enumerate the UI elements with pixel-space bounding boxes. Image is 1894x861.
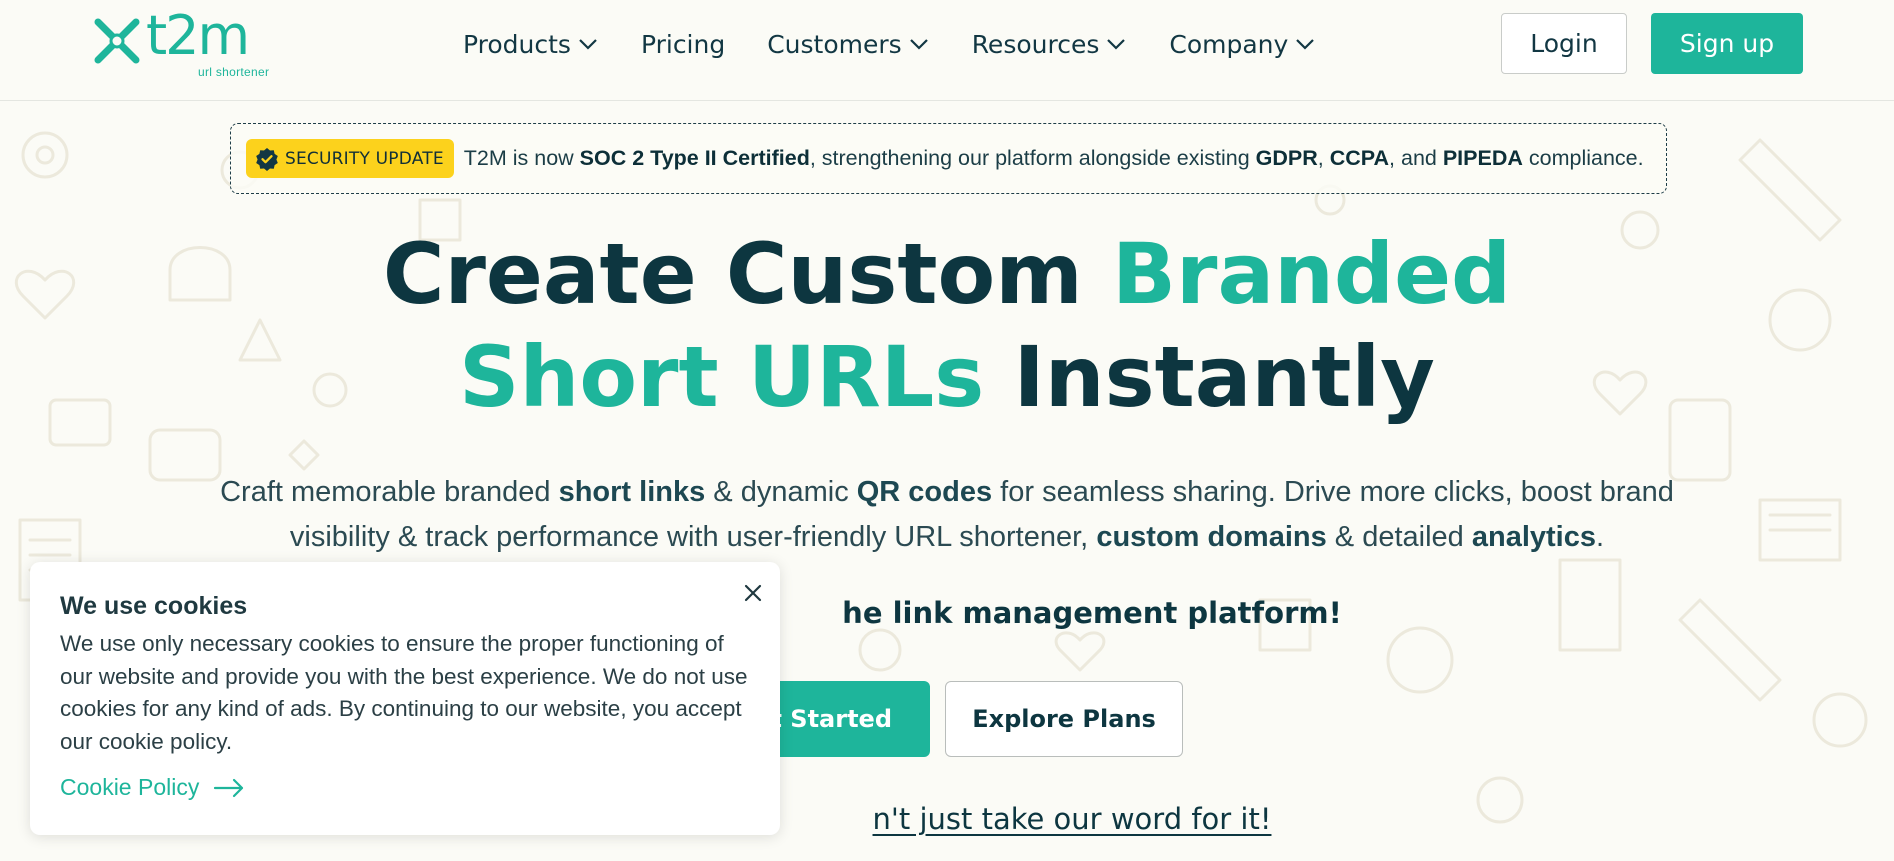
- nav-item-label: Products: [463, 29, 571, 59]
- main-nav: Products Pricing Customers Resources Com…: [463, 24, 1358, 64]
- nav-item-label: Company: [1169, 29, 1289, 59]
- hero-heading-line-1: Create Custom Branded: [0, 232, 1894, 316]
- security-announcement-banner[interactable]: SECURITY UPDATE T2M is now SOC 2 Type II…: [230, 123, 1667, 194]
- explore-plans-button[interactable]: Explore Plans: [945, 681, 1183, 757]
- announcement-text-part: , and: [1389, 146, 1443, 170]
- subtitle-bold: QR codes: [856, 476, 993, 508]
- nav-item-customers[interactable]: Customers: [767, 24, 929, 64]
- announcement-text-part: ,: [1317, 146, 1330, 170]
- hero-text-accent: Branded: [1112, 225, 1512, 323]
- cookie-consent-popup: We use cookies We use only necessary coo…: [30, 562, 780, 835]
- cookie-policy-link[interactable]: Cookie Policy: [60, 774, 245, 801]
- verified-check-icon: [256, 147, 278, 171]
- cookie-body-text: We use only necessary cookies to ensure …: [60, 631, 748, 754]
- signup-button[interactable]: Sign up: [1651, 13, 1803, 74]
- pipeda-highlight: PIPEDA: [1442, 146, 1523, 170]
- hero-subtitle-line-2: visibility & track performance with user…: [0, 515, 1894, 560]
- announcement-text-part: compliance.: [1522, 146, 1644, 170]
- subtitle-part: visibility & track performance with user…: [289, 521, 1097, 553]
- subtitle-part: .: [1596, 521, 1605, 553]
- cookie-policy-label: Cookie Policy: [60, 774, 200, 800]
- ccpa-highlight: CCPA: [1329, 146, 1390, 170]
- subtitle-part: Craft memorable branded: [220, 476, 559, 508]
- login-button[interactable]: Login: [1501, 13, 1627, 74]
- nav-item-resources[interactable]: Resources: [972, 24, 1128, 64]
- subtitle-part: & dynamic: [705, 476, 857, 508]
- chevron-down-icon: [1296, 39, 1315, 50]
- subtitle-part: & detailed: [1326, 521, 1472, 553]
- announcement-text-part: , strengthening our platform alongside e…: [809, 146, 1256, 170]
- announcement-text-part: T2M is now: [463, 146, 580, 170]
- chevron-down-icon: [579, 39, 597, 50]
- nav-item-pricing[interactable]: Pricing: [641, 24, 725, 64]
- security-update-badge: SECURITY UPDATE: [246, 139, 454, 178]
- arrow-right-icon: [214, 778, 244, 797]
- cookie-title: We use cookies: [60, 592, 248, 620]
- hero-text-dark: Instantly: [984, 328, 1435, 426]
- nav-item-products[interactable]: Products: [463, 24, 599, 64]
- nav-item-label: Pricing: [640, 29, 726, 59]
- badge-label: SECURITY UPDATE: [285, 148, 444, 169]
- logo-mark-icon: [94, 18, 140, 64]
- chevron-down-icon: [1107, 39, 1126, 50]
- hero-text-accent: Short URLs: [459, 328, 985, 426]
- subtitle-bold: short links: [558, 476, 706, 508]
- hero-text-dark: Create Custom: [382, 225, 1112, 323]
- subtitle-bold: analytics: [1471, 521, 1596, 553]
- nav-item-company[interactable]: Company: [1169, 24, 1316, 64]
- nav-item-label: Customers: [767, 29, 902, 59]
- close-icon[interactable]: [738, 578, 768, 608]
- soc2-highlight: SOC 2 Type II Certified: [579, 146, 810, 170]
- chevron-down-icon: [909, 39, 928, 50]
- hero-heading-line-2: Short URLs Instantly: [0, 335, 1894, 419]
- gdpr-highlight: GDPR: [1255, 146, 1318, 170]
- subtitle-bold: custom domains: [1096, 521, 1327, 553]
- logo-wordmark: t2m: [146, 4, 250, 67]
- hero-subtitle-line-1: Craft memorable branded short links & dy…: [0, 470, 1894, 515]
- logo-tagline: url shortener: [198, 65, 270, 79]
- announcement-text: T2M is now SOC 2 Type II Certified, stre…: [464, 146, 1644, 171]
- subtitle-part: for seamless sharing. Drive more clicks,…: [992, 476, 1674, 508]
- site-header: t2m url shortener Products Pricing Custo…: [0, 0, 1894, 101]
- t2m-logo[interactable]: t2m url shortener: [92, 4, 292, 82]
- nav-item-label: Resources: [971, 29, 1100, 59]
